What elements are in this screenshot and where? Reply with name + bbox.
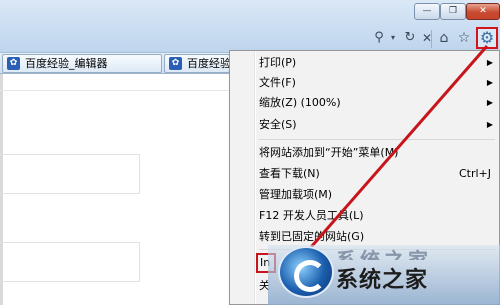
toolbar-divider [431,30,432,48]
menu-item-label: 查看下载(N) [259,167,320,180]
favorite-item[interactable]: ✿ 百度经验 [164,54,230,73]
menu-separator [259,139,495,140]
content-box [0,154,140,194]
gear-icon[interactable]: ⚙ [476,27,498,49]
chevron-right-icon: ▶ [486,98,493,107]
favorite-label: 百度经验_编辑器 [25,57,108,70]
menu-item-label: 打印(P) [259,56,297,69]
menu-item-add-to-start[interactable]: 将网站添加到“开始”菜单(M) [259,143,495,163]
paw-icon: ✿ [7,57,20,70]
menu-item-label: 转到已固定的网站(G) [259,230,365,243]
menu-item-label: 安全(S) [259,118,297,131]
menu-item-zoom[interactable]: 缩放(Z) (100%) ▶ [259,93,495,113]
menu-item-shortcut: Ctrl+J [458,167,491,180]
star-icon[interactable]: ☆ [455,28,473,48]
chevron-down-icon[interactable]: ▾ [388,28,398,48]
menu-item-manage-addons[interactable]: 管理加载项(M) [259,185,495,205]
menu-item-file[interactable]: 文件(F) ▶ [259,73,495,93]
paw-icon: ✿ [169,57,182,70]
content-box [0,242,140,282]
menu-item-label: F12 开发人员工具(L) [259,209,364,222]
close-button[interactable]: ✕ [466,3,500,20]
chevron-right-icon: ▶ [486,120,493,129]
menu-item-label: 将网站添加到“开始”菜单(M) [259,146,399,159]
menu-item-label: 文件(F) [259,76,296,89]
menu-item-print[interactable]: 打印(P) ▶ [259,53,495,73]
search-icon[interactable]: ⚲ [370,28,388,48]
divider [0,90,230,91]
menu-item-label: 缩放(Z) (100%) [259,96,341,109]
favorite-item[interactable]: ✿ 百度经验_编辑器 [2,54,162,73]
browser-toolbar: — ❐ ✕ ⚲ ▾ ↻ ✕ ⌂ ☆ ⚙ [0,0,500,52]
home-icon[interactable]: ⌂ [435,28,453,48]
watermark-text: 系统之家 [336,268,429,293]
stop-icon[interactable]: ✕ [418,28,436,48]
menu-item-label: 管理加载项(M) [259,188,333,201]
maximize-button[interactable]: ❐ [440,3,466,20]
menu-item-security[interactable]: 安全(S) ▶ [259,115,495,135]
watermark-logo [278,246,334,298]
refresh-icon[interactable]: ↻ [401,28,419,48]
menu-item-view-downloads[interactable]: 查看下载(N) Ctrl+J [259,164,495,184]
menu-item-developer-tools[interactable]: F12 开发人员工具(L) [259,206,495,226]
favorite-label: 百度经验 [187,57,230,70]
minimize-button[interactable]: — [414,3,440,20]
chevron-right-icon: ▶ [486,58,493,67]
chevron-right-icon: ▶ [486,78,493,87]
watermark-text-top: 系统之家 [336,248,432,260]
